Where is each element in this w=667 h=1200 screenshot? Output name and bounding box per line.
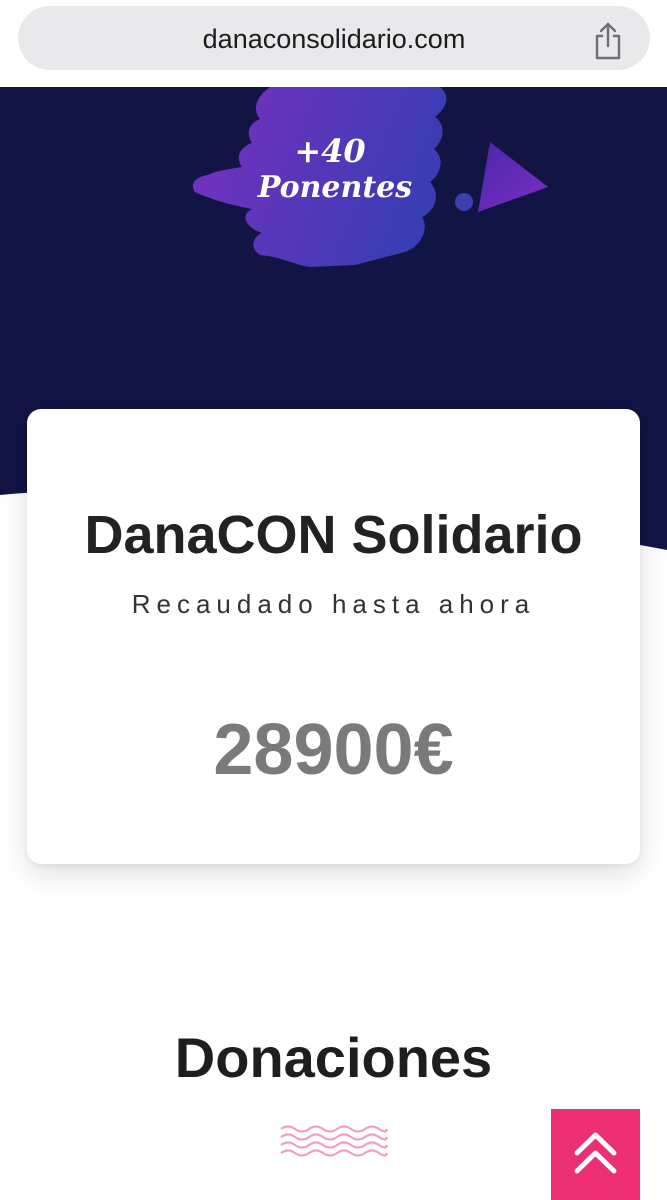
card-title: DanaCON Solidario [84, 505, 583, 565]
card-subtitle: Recaudado hasta ahora [131, 589, 536, 619]
share-icon[interactable] [592, 21, 624, 61]
raised-amount: 28900€ [213, 710, 454, 790]
browser-toolbar: danaconsolidario.com [0, 0, 667, 87]
donaciones-heading: Donaciones [174, 1026, 493, 1089]
scroll-to-top-button[interactable] [551, 1109, 640, 1200]
fundraising-card: DanaCON Solidario Recaudado hasta ahora … [27, 409, 640, 864]
double-chevron-up-icon [574, 1132, 617, 1174]
url-text[interactable]: danaconsolidario.com [18, 24, 650, 55]
badge-label: Ponentes [257, 170, 413, 205]
wave-divider-icon [280, 1125, 389, 1157]
address-bar[interactable]: danaconsolidario.com [18, 6, 650, 70]
badge-count: +40 [294, 132, 366, 170]
